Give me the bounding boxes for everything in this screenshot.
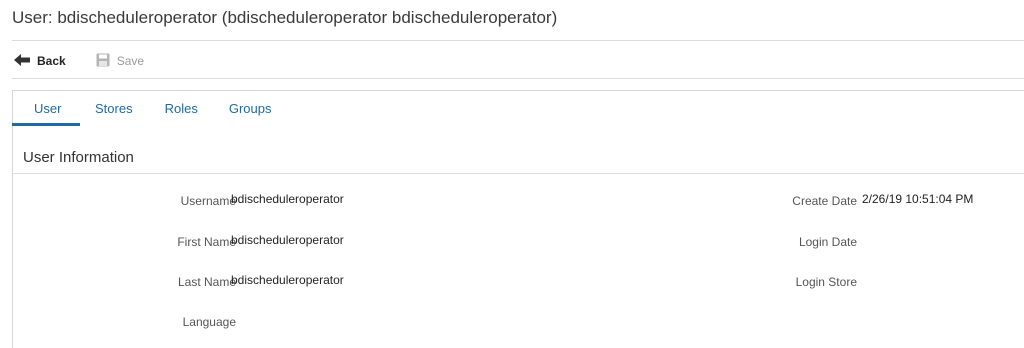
tab-roles-label: Roles: [164, 101, 198, 116]
tab-bar: User Stores Roles Groups: [12, 91, 272, 126]
section-divider: [13, 173, 1024, 174]
tab-stores[interactable]: Stores: [95, 91, 133, 126]
first-name-value: bdischeduleroperator: [231, 233, 344, 247]
arrow-left-icon: [14, 53, 37, 69]
tab-roles[interactable]: Roles: [165, 91, 198, 126]
create-date-value: 2/26/19 10:51:04 PM: [862, 192, 974, 206]
tab-groups[interactable]: Groups: [229, 91, 272, 126]
language-label: Language: [182, 315, 236, 329]
username-value: bdischeduleroperator: [231, 192, 344, 206]
username-label: Username: [180, 194, 236, 208]
floppy-disk-icon: [96, 53, 117, 70]
back-button-label: Back: [37, 54, 66, 68]
toolbar: Back Save: [14, 50, 174, 72]
login-date-label: Login Date: [798, 235, 857, 249]
header-divider: [12, 40, 1024, 41]
user-panel: User Stores Roles Groups User Informatio…: [12, 90, 1024, 348]
toolbar-divider: [12, 78, 1024, 79]
last-name-label: Last Name: [177, 275, 236, 289]
first-name-label: First Name: [177, 235, 236, 249]
tab-user[interactable]: User: [12, 91, 80, 126]
page-title: User: bdischeduleroperator (bdischeduler…: [12, 8, 558, 27]
last-name-value: bdischeduleroperator: [231, 273, 344, 287]
save-button-label: Save: [116, 54, 145, 68]
tab-user-label: User: [34, 101, 62, 116]
tab-groups-label: Groups: [228, 101, 272, 116]
save-button[interactable]: Save: [96, 53, 144, 70]
back-button[interactable]: Back: [14, 53, 66, 69]
create-date-label: Create Date: [792, 194, 857, 208]
section-title: User Information: [23, 149, 134, 166]
tab-stores-label: Stores: [95, 101, 133, 116]
login-store-label: Login Store: [795, 275, 857, 289]
